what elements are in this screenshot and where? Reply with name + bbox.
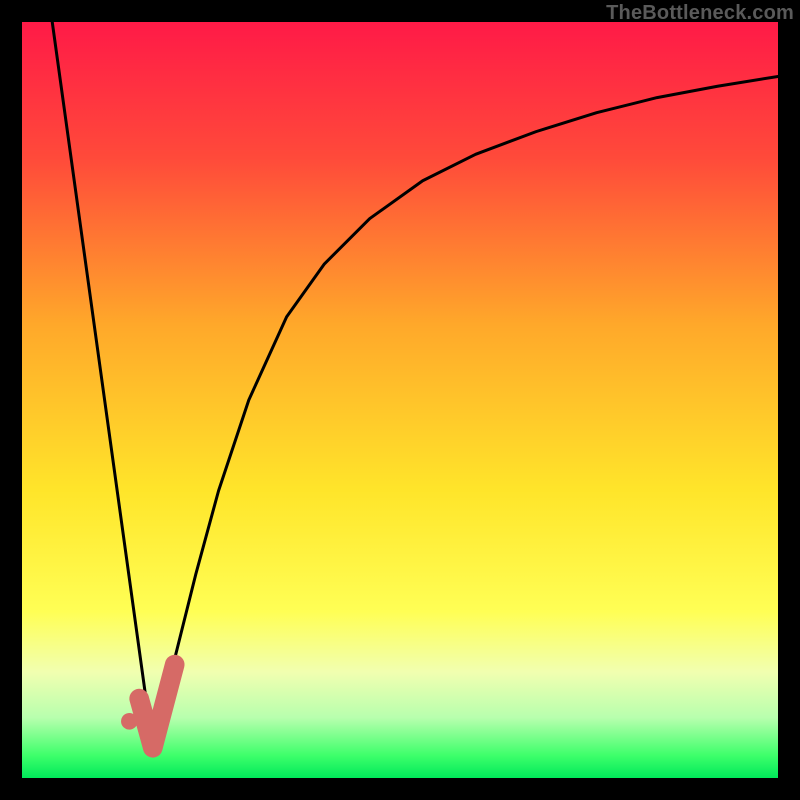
watermark-text: TheBottleneck.com	[606, 2, 794, 25]
marker-dot-icon	[121, 713, 138, 730]
chart-svg	[22, 22, 778, 778]
gradient-background	[22, 22, 778, 778]
plot-area	[22, 22, 778, 778]
chart-frame: TheBottleneck.com	[0, 0, 800, 800]
